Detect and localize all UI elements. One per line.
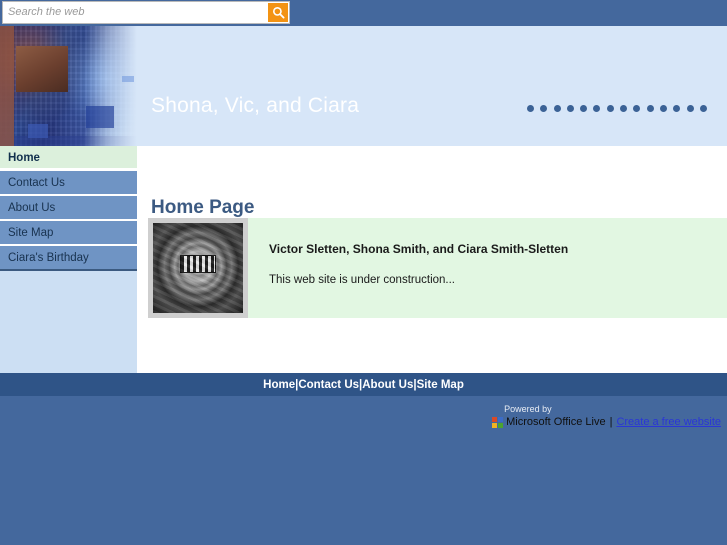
content-heading: Victor Sletten, Shona Smith, and Ciara S… (269, 242, 569, 256)
main-content: Home Page Victor Sletten, Shona Smith, a… (137, 146, 727, 373)
footer-link-contact-us[interactable]: Contact Us (298, 379, 359, 391)
sidebar-item-site-map[interactable]: Site Map (0, 221, 137, 246)
photo-fade-overlay (84, 26, 137, 146)
page-canvas: Shona, Vic, and Ciara Home Contact Us Ab… (0, 26, 727, 373)
dot-icon (527, 105, 534, 112)
powered-by-product-name: Microsoft Office Live (506, 416, 606, 428)
sidebar-item-about-us[interactable]: About Us (0, 196, 137, 221)
footer-navigation: Home|Contact Us|About Us|Site Map (0, 373, 727, 396)
sidebar-item-ciaras-birthday[interactable]: Ciara's Birthday (0, 246, 137, 271)
sidebar-item-label: Site Map (8, 227, 54, 239)
site-banner: Shona, Vic, and Ciara (0, 26, 727, 146)
sidebar-item-contact-us[interactable]: Contact Us (0, 171, 137, 196)
sidebar-item-label: Home (8, 152, 40, 164)
footer-nav-links: Home|Contact Us|About Us|Site Map (263, 379, 464, 391)
page-title: Home Page (151, 196, 255, 218)
circuit-board-photo (0, 26, 137, 146)
search-icon (272, 6, 285, 19)
web-search-bar (0, 0, 727, 26)
powered-by-row: Microsoft Office Live | Create a free we… (492, 416, 721, 428)
microsoft-office-live-logo-icon (492, 416, 504, 428)
create-free-website-link[interactable]: Create a free website (616, 416, 721, 428)
sidebar-item-label: Ciara's Birthday (8, 252, 89, 264)
dot-icon (566, 105, 574, 112)
powered-by-block: Powered by Microsoft Office Live | Creat… (492, 404, 721, 428)
dot-icon (540, 105, 548, 112)
dot-icon (633, 105, 641, 112)
dot-icon (593, 105, 601, 112)
footer-link-site-map[interactable]: Site Map (417, 379, 464, 391)
dot-icon (606, 105, 614, 112)
dot-icon (620, 105, 628, 112)
content-panel: Victor Sletten, Shona Smith, and Ciara S… (148, 218, 727, 318)
dot-icon (659, 105, 667, 112)
dot-icon (686, 105, 694, 112)
dot-icon (580, 105, 588, 112)
sidebar-item-home[interactable]: Home (0, 146, 137, 171)
content-text-block: Victor Sletten, Shona Smith, and Ciara S… (269, 218, 727, 318)
banner-dot-decoration (527, 105, 707, 112)
site-title: Shona, Vic, and Ciara (151, 94, 360, 117)
sidebar-item-label: Contact Us (8, 177, 65, 189)
dot-icon (673, 105, 681, 112)
dot-icon (699, 105, 707, 112)
gears-clock-photo (153, 223, 243, 313)
page-footer: Home|Contact Us|About Us|Site Map Powere… (0, 373, 727, 545)
dot-icon (553, 105, 561, 112)
content-image-frame (148, 218, 248, 318)
powered-by-label: Powered by (504, 404, 552, 414)
search-input[interactable] (3, 2, 265, 23)
search-submit-button[interactable] (268, 3, 288, 22)
content-body: This web site is under construction... (269, 274, 455, 286)
sidebar-navigation: Home Contact Us About Us Site Map Ciara'… (0, 146, 137, 373)
sidebar-item-label: About Us (8, 202, 56, 214)
search-field-wrapper (2, 1, 290, 24)
dot-icon (646, 105, 654, 112)
powered-by-separator: | (609, 416, 613, 428)
footer-link-about-us[interactable]: About Us (362, 379, 413, 391)
footer-link-home[interactable]: Home (263, 379, 295, 391)
